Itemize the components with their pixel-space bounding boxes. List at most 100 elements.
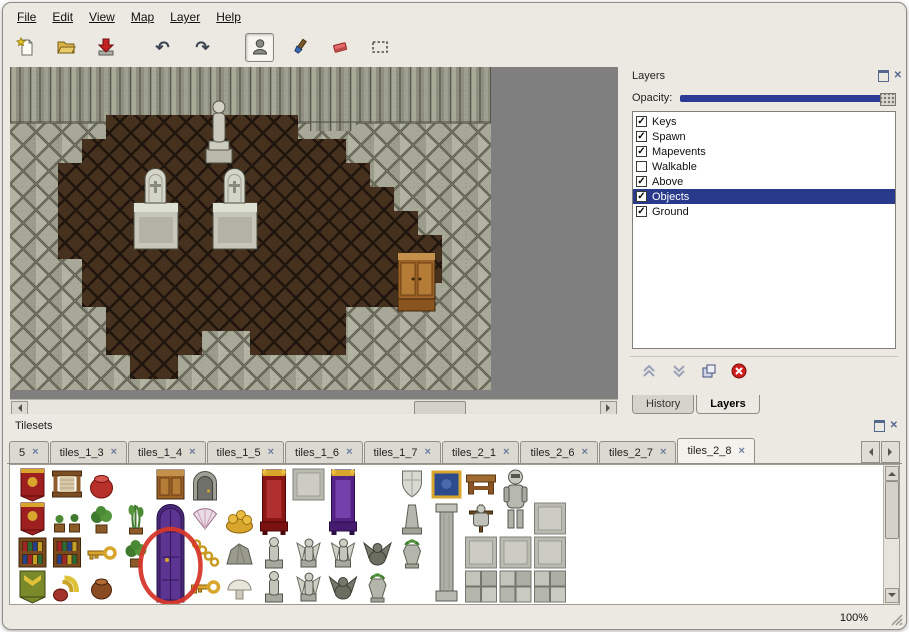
hscroll-thumb[interactable]: [414, 401, 466, 414]
close-icon[interactable]: ✕: [890, 421, 898, 431]
close-icon[interactable]: ×: [738, 446, 744, 457]
tab-scroll-left-button[interactable]: [861, 441, 880, 463]
layer-checkbox[interactable]: [636, 131, 647, 142]
menu-map[interactable]: Map: [123, 8, 162, 26]
down-arrow-icon: [888, 593, 896, 601]
new-file-button[interactable]: [11, 33, 40, 62]
raise-layer-button[interactable]: [640, 362, 658, 380]
tab-history[interactable]: History: [632, 395, 694, 414]
close-icon[interactable]: ×: [111, 447, 117, 458]
layer-row-above[interactable]: Above: [633, 174, 895, 189]
layer-actions: [640, 361, 748, 381]
redo-button[interactable]: ↷: [188, 33, 217, 62]
right-arrow-icon: [606, 404, 614, 412]
resize-grip[interactable]: [890, 613, 903, 626]
tileset-tab-label: tiles_2_7: [609, 447, 653, 459]
open-button[interactable]: [51, 33, 80, 62]
tileset-grid[interactable]: [9, 464, 900, 605]
layer-checkbox[interactable]: [636, 176, 647, 187]
select-tool-button[interactable]: [365, 33, 394, 62]
menu-help[interactable]: Help: [208, 8, 249, 26]
save-icon: [96, 37, 116, 57]
tilesets-panel-header: Tilesets ✕: [7, 417, 898, 435]
close-icon[interactable]: ×: [268, 447, 274, 458]
menubar: File Edit View Map Layer Help: [9, 7, 249, 27]
tab-layers[interactable]: Layers: [696, 395, 759, 414]
redo-icon: ↷: [195, 39, 209, 56]
close-icon[interactable]: ×: [346, 447, 352, 458]
close-icon[interactable]: ×: [660, 447, 666, 458]
layer-row-ground[interactable]: Ground: [633, 204, 895, 219]
close-icon[interactable]: ×: [582, 447, 588, 458]
scroll-down-button[interactable]: [885, 588, 899, 603]
layer-row-objects[interactable]: Objects: [633, 189, 895, 204]
tileset-tab-label: tiles_2_6: [530, 447, 574, 459]
layer-row-spawn[interactable]: Spawn: [633, 129, 895, 144]
scroll-left-button[interactable]: [11, 401, 28, 414]
layer-checkbox[interactable]: [636, 191, 647, 202]
vscroll-thumb[interactable]: [885, 481, 899, 539]
tileset-tab-0[interactable]: 5 ×: [9, 441, 49, 463]
layer-checkbox[interactable]: [636, 161, 647, 172]
layer-list: Keys Spawn Mapevents Walkable Above Obje…: [632, 111, 896, 349]
tileset-tabbar: 5 × tiles_1_3 × tiles_1_4 × tiles_1_5 × …: [7, 439, 902, 464]
tileset-vscrollbar[interactable]: [883, 465, 899, 604]
save-button[interactable]: [91, 33, 120, 62]
duplicate-layer-button[interactable]: [700, 362, 718, 380]
tab-scroll-right-button[interactable]: [881, 441, 900, 463]
divider: [630, 356, 898, 357]
eraser-tool-button[interactable]: [325, 33, 354, 62]
statusbar: 100%: [3, 606, 906, 629]
left-arrow-icon: [865, 448, 873, 456]
undo-button[interactable]: ↶: [148, 33, 177, 62]
layer-checkbox[interactable]: [636, 146, 647, 157]
close-icon[interactable]: ×: [32, 447, 38, 458]
tileset-tab-label: tiles_1_3: [60, 447, 104, 459]
toolbar: ↶ ↷: [11, 29, 405, 65]
close-icon[interactable]: ×: [503, 447, 509, 458]
delete-layer-button[interactable]: [730, 362, 748, 380]
tileset-tab-2[interactable]: tiles_1_4 ×: [128, 441, 205, 463]
scroll-up-button[interactable]: [885, 466, 899, 481]
layer-label: Walkable: [652, 161, 697, 173]
tileset-tab-9[interactable]: tiles_2_8 ×: [677, 438, 754, 463]
menu-file[interactable]: File: [9, 8, 44, 26]
menu-edit[interactable]: Edit: [44, 8, 81, 26]
map-canvas[interactable]: [10, 67, 618, 414]
layer-label: Keys: [652, 116, 676, 128]
select-tool-icon: [370, 37, 390, 57]
fill-tool-button[interactable]: [285, 33, 314, 62]
scroll-right-button[interactable]: [600, 401, 617, 414]
tileset-tab-1[interactable]: tiles_1_3 ×: [50, 441, 127, 463]
tileset-tab-6[interactable]: tiles_2_1 ×: [442, 441, 519, 463]
layer-row-keys[interactable]: Keys: [633, 114, 895, 129]
close-icon[interactable]: ✕: [894, 71, 902, 81]
undock-icon[interactable]: [874, 420, 885, 432]
stamp-tool-icon: [250, 37, 270, 57]
layer-checkbox[interactable]: [636, 116, 647, 127]
tileset-tab-7[interactable]: tiles_2_6 ×: [520, 441, 597, 463]
opacity-slider-handle[interactable]: [880, 93, 896, 106]
layer-row-walkable[interactable]: Walkable: [633, 159, 895, 174]
open-folder-icon: [56, 37, 76, 57]
lower-layer-button[interactable]: [670, 362, 688, 380]
opacity-slider[interactable]: [680, 92, 896, 105]
tileset-tab-8[interactable]: tiles_2_7 ×: [599, 441, 676, 463]
layer-checkbox[interactable]: [636, 206, 647, 217]
tileset-tab-label: tiles_1_5: [217, 447, 261, 459]
fill-tool-icon: [290, 37, 310, 57]
tileset-tab-label: 5: [19, 447, 25, 459]
close-icon[interactable]: ×: [425, 447, 431, 458]
tileset-tab-3[interactable]: tiles_1_5 ×: [207, 441, 284, 463]
undock-icon[interactable]: [878, 70, 889, 82]
close-icon[interactable]: ×: [189, 447, 195, 458]
tileset-tab-label: tiles_1_6: [295, 447, 339, 459]
menu-view[interactable]: View: [81, 8, 123, 26]
tileset-tab-5[interactable]: tiles_1_7 ×: [364, 441, 441, 463]
stamp-tool-button[interactable]: [245, 33, 274, 62]
undo-icon: ↶: [155, 39, 169, 56]
tileset-tab-4[interactable]: tiles_1_6 ×: [285, 441, 362, 463]
map-hscrollbar[interactable]: [10, 399, 618, 414]
layer-row-mapevents[interactable]: Mapevents: [633, 144, 895, 159]
menu-layer[interactable]: Layer: [162, 8, 208, 26]
